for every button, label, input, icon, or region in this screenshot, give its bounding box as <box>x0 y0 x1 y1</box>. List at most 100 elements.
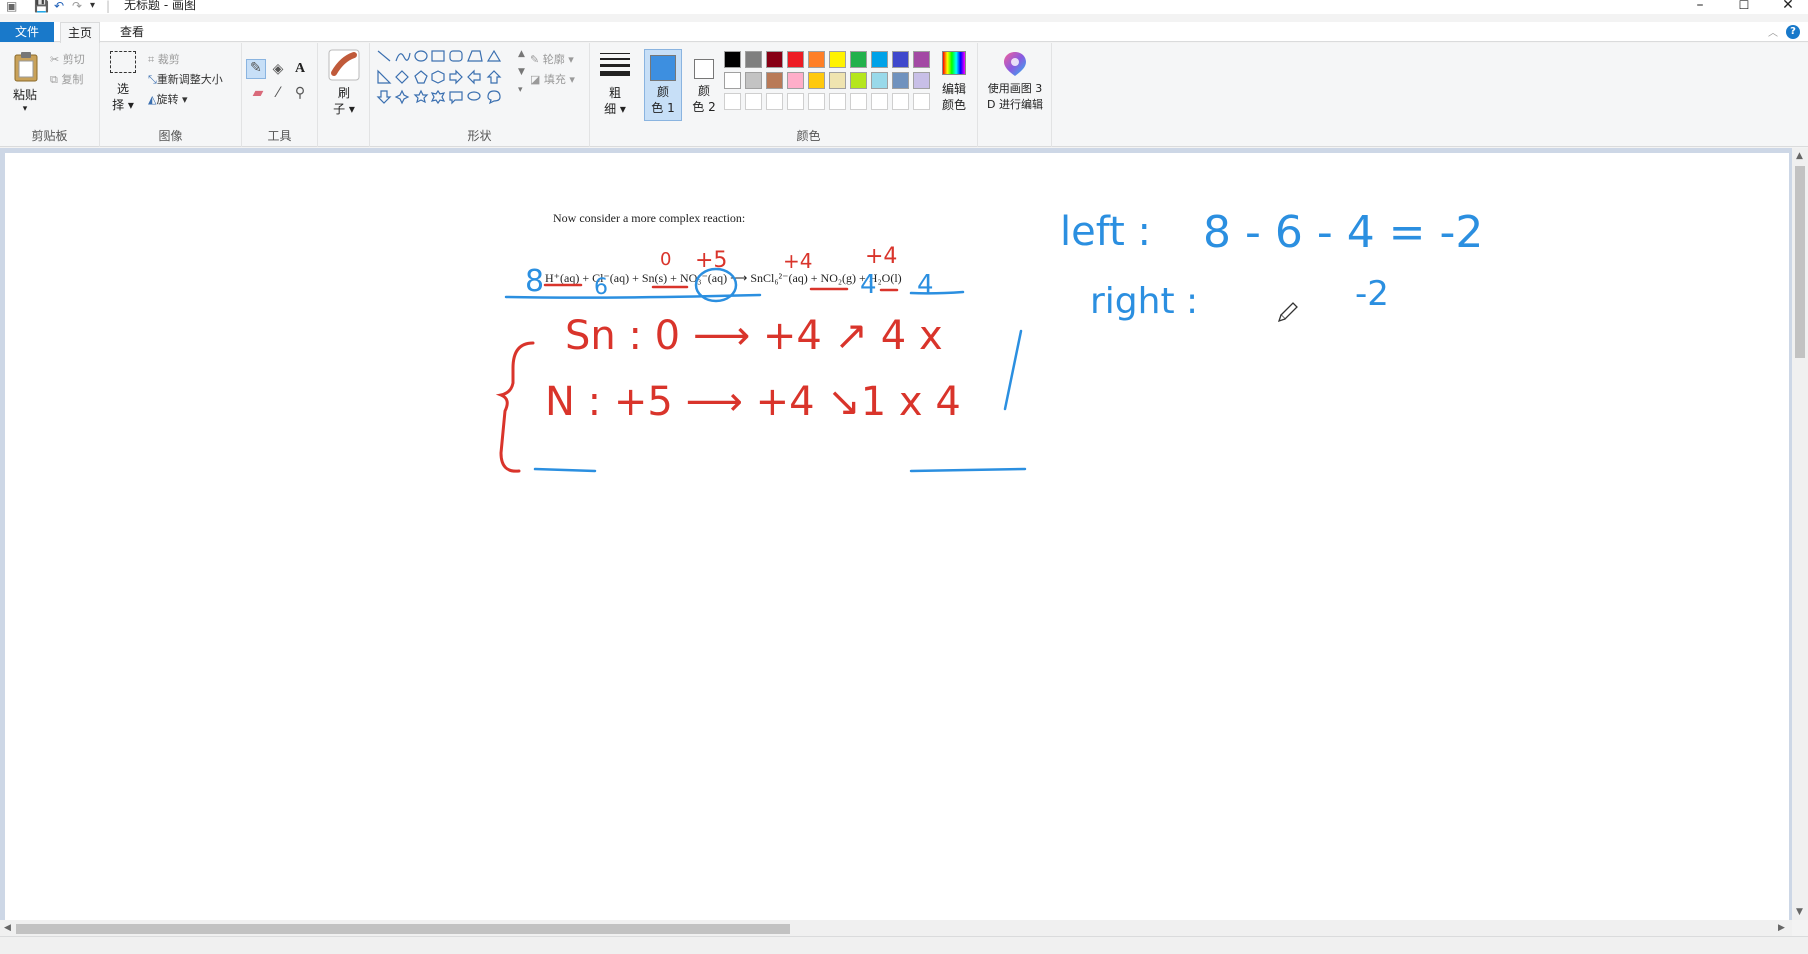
scroll-right-icon[interactable]: ▶ <box>1778 920 1785 936</box>
palette-swatch[interactable] <box>913 51 930 68</box>
minimize-button[interactable]: – <box>1680 0 1720 13</box>
colors-group: 颜 色 1 颜 色 2 编辑 颜色 颜色 <box>640 43 978 147</box>
palette-swatch[interactable] <box>766 93 783 110</box>
paint3d-button[interactable]: 使用画图 3 D 进行编辑 <box>982 47 1048 123</box>
palette-swatch[interactable] <box>745 72 762 89</box>
palette-swatch[interactable] <box>871 51 888 68</box>
paint-app-icon[interactable]: ▣ <box>6 0 17 13</box>
color1-label-bottom: 色 1 <box>651 101 675 115</box>
size-group: 粗 细 ▾ <box>590 43 640 147</box>
shapes-scroll-down-icon[interactable]: ▼ <box>518 67 525 77</box>
palette-swatch[interactable] <box>724 51 741 68</box>
pencil-tool[interactable]: ✎ <box>246 59 266 79</box>
palette-swatch[interactable] <box>724 72 741 89</box>
palette-swatch[interactable] <box>766 51 783 68</box>
clipboard-group-label: 剪贴板 <box>31 129 68 143</box>
shapes-scroll-up-icon[interactable]: ▲ <box>518 49 525 59</box>
vertical-scroll-thumb[interactable] <box>1795 166 1805 358</box>
resize-label: 重新调整大小 <box>156 73 223 86</box>
palette-swatch[interactable] <box>745 51 762 68</box>
palette-swatch[interactable] <box>829 72 846 89</box>
crop-label: 裁剪 <box>157 53 180 66</box>
magnifier-icon[interactable]: ⚲ <box>292 85 308 101</box>
fill-bucket-icon[interactable]: ◈ <box>270 61 286 77</box>
resize-button[interactable]: ⤡重新调整大小 <box>148 71 223 87</box>
tab-home[interactable]: 主页 <box>60 22 100 43</box>
palette-swatch[interactable] <box>787 72 804 89</box>
rotate-button[interactable]: ◭旋转 ▾ <box>148 91 188 107</box>
text-tool-icon[interactable]: A <box>292 61 308 77</box>
palette-swatch[interactable] <box>745 93 762 110</box>
paste-dropdown-icon[interactable]: ▾ <box>6 101 44 117</box>
collapse-ribbon-icon[interactable]: ︿ <box>1768 24 1778 39</box>
color2-button[interactable]: 颜 色 2 <box>686 49 722 121</box>
shapes-gallery[interactable] <box>376 49 526 107</box>
palette-swatch[interactable] <box>787 51 804 68</box>
tools-group-label: 工具 <box>267 129 292 143</box>
select-button[interactable]: 选 择 ▾ <box>108 47 138 123</box>
color-picker-icon[interactable]: ⁄ <box>270 85 286 101</box>
palette-swatch[interactable] <box>871 72 888 89</box>
palette-swatch[interactable] <box>913 93 930 110</box>
palette-swatch[interactable] <box>892 51 909 68</box>
outline-button[interactable]: ✎ 轮廓 ▾ <box>530 51 574 67</box>
ribbon-tabs: 文件 主页 查看 ︿ ? <box>0 22 1808 43</box>
quick-access-dropdown-icon[interactable]: ▾ <box>90 0 95 13</box>
color-palette <box>724 51 934 113</box>
palette-swatch[interactable] <box>808 51 825 68</box>
select-label-bottom: 择 ▾ <box>112 98 134 112</box>
size-label-top: 粗 <box>608 86 621 100</box>
horizontal-scrollbar[interactable]: ◀ ▶ <box>0 920 1792 936</box>
colors-group-label: 颜色 <box>796 129 821 143</box>
palette-swatch[interactable] <box>850 51 867 68</box>
cut-button[interactable]: ✂ 剪切 <box>50 51 85 67</box>
tab-file[interactable]: 文件 <box>0 22 54 42</box>
ink-row-sn: Sn : 0 ⟶ +4 ↗ 4 x <box>565 313 943 359</box>
crop-button[interactable]: ⌗ 裁剪 <box>148 51 180 67</box>
save-icon[interactable]: 💾 <box>34 0 49 13</box>
palette-swatch[interactable] <box>766 72 783 89</box>
paint-window: ▣ 💾 ↶ ↷ ▾ | 无标题 - 画图 – ☐ ✕ 文件 主页 查看 ︿ ? … <box>0 0 1808 954</box>
horizontal-scroll-thumb[interactable] <box>16 924 790 934</box>
clipboard-group: 粘贴 ▾ ✂ 剪切 ⧉ 复制 剪贴板 <box>0 43 100 147</box>
scroll-up-icon[interactable]: ▲ <box>1796 148 1803 164</box>
palette-swatch[interactable] <box>808 72 825 89</box>
copy-button[interactable]: ⧉ 复制 <box>50 71 83 87</box>
palette-swatch[interactable] <box>871 93 888 110</box>
scroll-down-icon[interactable]: ▼ <box>1796 904 1803 920</box>
tab-view[interactable]: 查看 <box>112 22 152 42</box>
maximize-button[interactable]: ☐ <box>1724 0 1764 13</box>
edit-colors-label-bottom: 颜色 <box>941 98 966 112</box>
drawing-canvas[interactable]: Now consider a more complex reaction: H⁺… <box>5 153 1789 923</box>
help-icon[interactable]: ? <box>1786 25 1800 39</box>
edit-colors-button[interactable]: 编辑 颜色 <box>934 47 974 123</box>
palette-swatch[interactable] <box>808 93 825 110</box>
eraser-icon[interactable]: ▰ <box>250 85 266 101</box>
color1-button[interactable]: 颜 色 1 <box>644 49 682 121</box>
fill-button[interactable]: ◪ 填充 ▾ <box>530 71 575 87</box>
undo-icon[interactable]: ↶ <box>54 0 64 13</box>
select-rectangle-icon <box>110 51 136 73</box>
paste-button[interactable]: 粘贴 ▾ <box>6 47 44 119</box>
ribbon: 粘贴 ▾ ✂ 剪切 ⧉ 复制 剪贴板 选 择 ▾ ⌗ 裁剪 ⤡重新调整大小 ◭旋… <box>0 43 1808 147</box>
palette-swatch[interactable] <box>892 93 909 110</box>
ink-right-label: right : <box>1090 281 1198 322</box>
fill-icon: ◪ <box>530 73 541 86</box>
palette-swatch[interactable] <box>787 93 804 110</box>
palette-swatch[interactable] <box>829 93 846 110</box>
palette-swatch[interactable] <box>724 93 741 110</box>
ink-ox-n-left: +5 <box>695 248 727 273</box>
palette-swatch[interactable] <box>913 72 930 89</box>
color1-label-top: 颜 <box>656 85 669 99</box>
brushes-button[interactable]: 刷 子 ▾ <box>324 47 364 123</box>
palette-swatch[interactable] <box>829 51 846 68</box>
scroll-left-icon[interactable]: ◀ <box>4 920 11 936</box>
palette-swatch[interactable] <box>850 93 867 110</box>
shapes-expand-icon[interactable]: ▾ <box>518 85 523 95</box>
size-button[interactable]: 粗 细 ▾ <box>596 47 634 123</box>
close-button[interactable]: ✕ <box>1768 0 1808 13</box>
palette-swatch[interactable] <box>850 72 867 89</box>
vertical-scrollbar[interactable]: ▲ ▼ <box>1792 148 1808 920</box>
palette-swatch[interactable] <box>892 72 909 89</box>
redo-icon[interactable]: ↷ <box>72 0 82 13</box>
